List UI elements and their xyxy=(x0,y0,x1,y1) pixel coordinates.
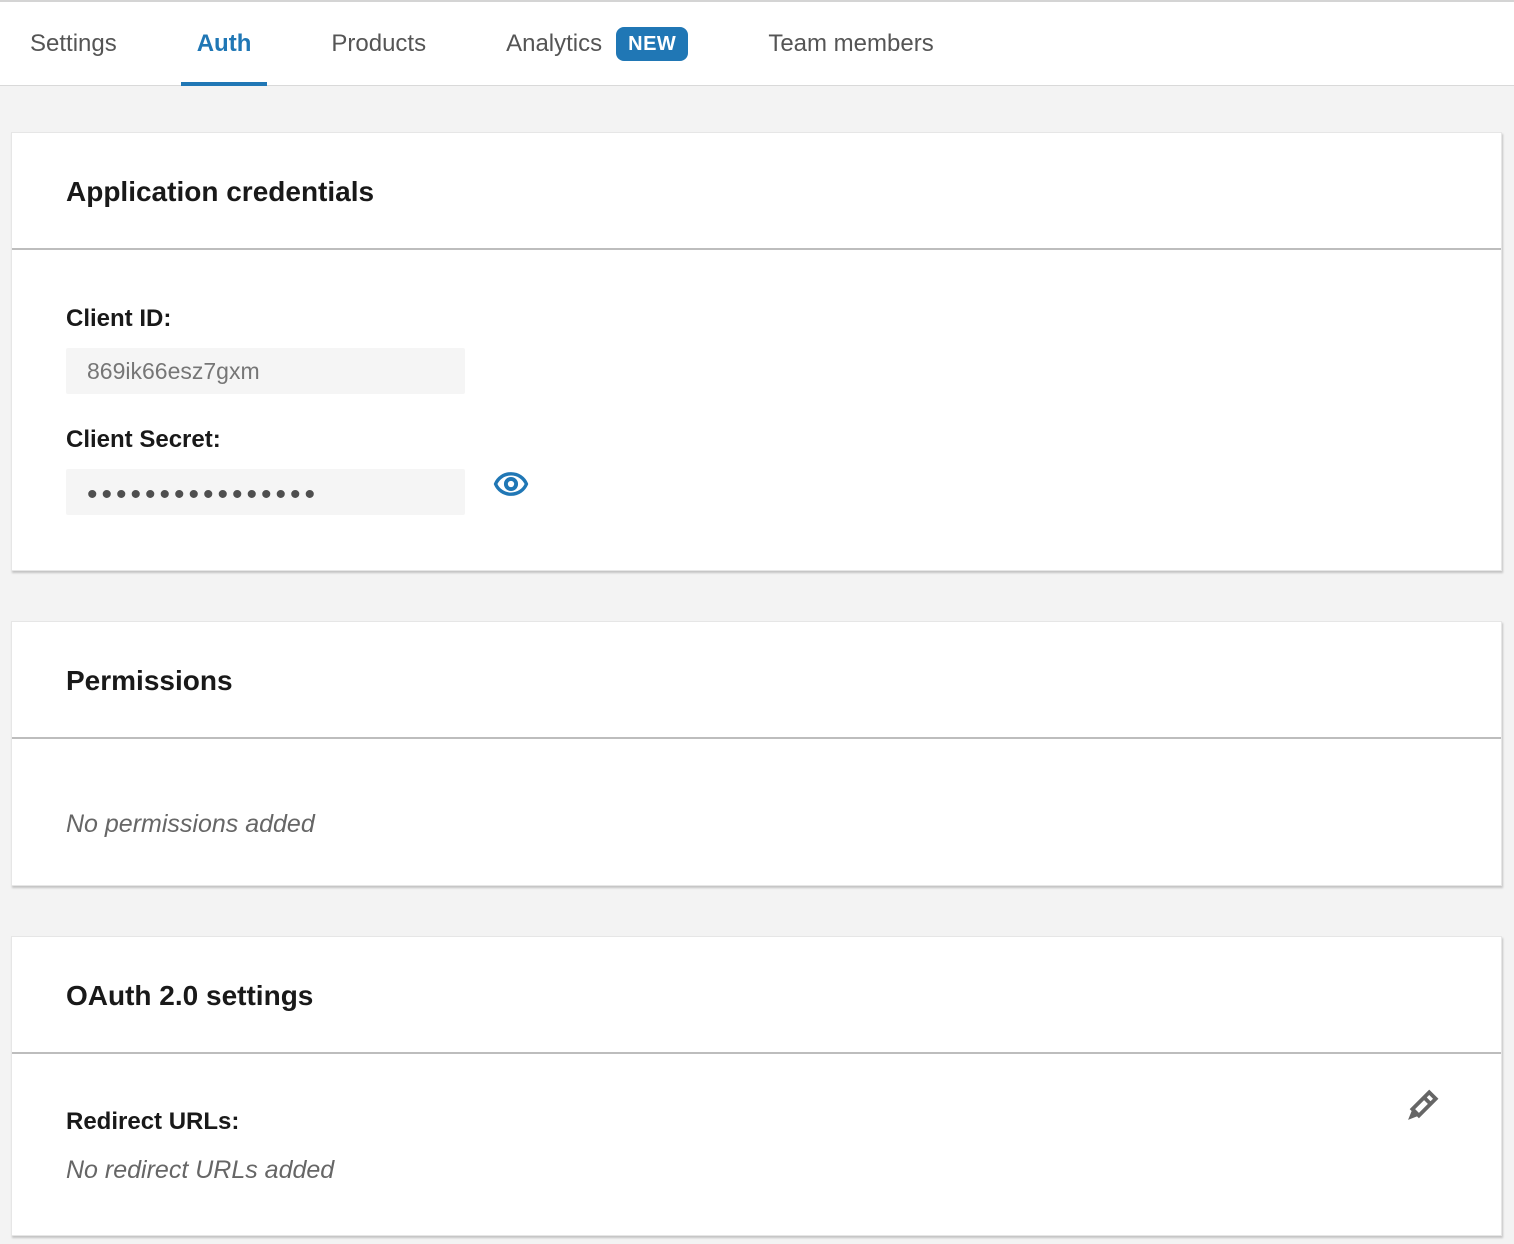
client-secret-row: •••••••••••••••• xyxy=(66,455,1447,515)
new-badge: NEW xyxy=(616,27,688,61)
client-id-label: Client ID: xyxy=(66,304,1447,334)
permissions-body: No permissions added xyxy=(12,739,1501,885)
oauth-settings-card: OAuth 2.0 settings Redirect URLs: No red… xyxy=(11,936,1502,1236)
tab-settings-label: Settings xyxy=(30,30,117,58)
redirect-urls-label: Redirect URLs: xyxy=(66,1107,1447,1137)
client-id-value[interactable]: 869ik66esz7gxm xyxy=(66,348,465,394)
application-credentials-title: Application credentials xyxy=(66,175,1447,209)
tab-auth[interactable]: Auth xyxy=(181,2,268,85)
oauth-settings-title: OAuth 2.0 settings xyxy=(66,979,1447,1013)
application-credentials-header: Application credentials xyxy=(12,133,1501,248)
app-tab-bar: Settings Auth Products Analytics NEW Tea… xyxy=(0,0,1514,86)
permissions-empty-text: No permissions added xyxy=(66,807,1447,841)
permissions-header: Permissions xyxy=(12,622,1501,737)
client-secret-value[interactable]: •••••••••••••••• xyxy=(66,469,465,515)
application-credentials-card: Application credentials Client ID: 869ik… xyxy=(11,132,1502,571)
tab-team-members[interactable]: Team members xyxy=(752,2,949,85)
redirect-urls-empty-text: No redirect URLs added xyxy=(66,1153,1447,1187)
oauth-settings-header: OAuth 2.0 settings xyxy=(12,937,1501,1052)
tab-team-members-label: Team members xyxy=(768,30,933,58)
oauth-settings-body: Redirect URLs: No redirect URLs added xyxy=(12,1054,1501,1235)
client-secret-label: Client Secret: xyxy=(66,425,1447,455)
tab-products[interactable]: Products xyxy=(315,2,442,85)
tab-analytics-label: Analytics xyxy=(506,30,602,58)
tab-settings[interactable]: Settings xyxy=(14,2,133,85)
tab-products-label: Products xyxy=(331,30,426,58)
eye-icon xyxy=(493,466,529,505)
pencil-icon xyxy=(1397,1120,1443,1135)
reveal-secret-button[interactable] xyxy=(493,466,529,505)
main-content: Application credentials Client ID: 869ik… xyxy=(0,86,1514,1236)
application-credentials-body: Client ID: 869ik66esz7gxm Client Secret:… xyxy=(12,250,1501,570)
edit-redirect-urls-button[interactable] xyxy=(1397,1084,1443,1135)
permissions-card: Permissions No permissions added xyxy=(11,621,1502,886)
tab-auth-label: Auth xyxy=(197,30,252,58)
permissions-title: Permissions xyxy=(66,664,1447,698)
tab-analytics[interactable]: Analytics NEW xyxy=(490,2,704,85)
